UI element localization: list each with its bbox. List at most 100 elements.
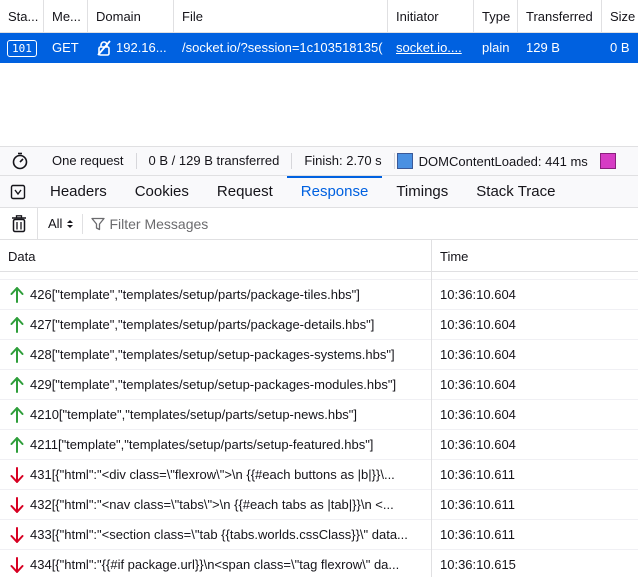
message-data-text: 429["template","templates/setup/setup-pa… xyxy=(30,377,397,392)
tab-request[interactable]: Request xyxy=(203,176,287,207)
request-list-empty-area xyxy=(0,63,638,146)
insecure-lock-icon xyxy=(97,40,111,56)
transferred-cell: 129 B xyxy=(526,40,560,55)
select-arrows-icon xyxy=(67,219,74,228)
message-data-text: 427["template","templates/setup/parts/pa… xyxy=(30,317,375,332)
table-row[interactable]: 432[{"html":"<nav class=\"tabs\">\n {{#e… xyxy=(0,490,638,520)
col-size[interactable]: Size xyxy=(602,0,638,33)
table-row[interactable]: 431[{"html":"<div class=\"flexrow\">\n {… xyxy=(0,460,638,490)
message-data-text: 431[{"html":"<div class=\"flexrow\">\n {… xyxy=(30,467,395,482)
col-status[interactable]: Sta... xyxy=(0,0,44,33)
file-cell: /socket.io/?session=1c103518135( xyxy=(182,40,383,55)
load-marker-icon xyxy=(599,153,616,169)
received-arrow-down-icon xyxy=(10,467,24,483)
table-row[interactable]: 428["template","templates/setup/setup-pa… xyxy=(0,340,638,370)
message-time-cell: 10:36:10.604 xyxy=(440,437,516,452)
message-data-text: 434[{"html":"{{#if package.url}}\n<span … xyxy=(30,557,400,572)
clear-messages-button[interactable] xyxy=(0,208,38,239)
message-data-text: 4211["template","templates/setup/parts/s… xyxy=(30,437,374,452)
size-cell: 0 B xyxy=(610,40,630,55)
table-row[interactable]: 434[{"html":"{{#if package.url}}\n<span … xyxy=(0,550,638,577)
tab-headers[interactable]: Headers xyxy=(36,176,121,207)
status-cell: 101 xyxy=(0,33,44,63)
message-data-cell: 433[{"html":"<section class=\"tab {{tabs… xyxy=(0,520,432,550)
message-data-cell: 432[{"html":"<nav class=\"tabs\">\n {{#e… xyxy=(0,490,432,520)
tab-stack-trace[interactable]: Stack Trace xyxy=(462,176,569,207)
message-data-text: 432[{"html":"<nav class=\"tabs\">\n {{#e… xyxy=(30,497,394,512)
domain-cell: 192.16... xyxy=(88,33,174,63)
request-table-header: Sta... Me... Domain File Initiator Type … xyxy=(0,0,638,33)
message-time-cell: 10:36:10.611 xyxy=(440,467,515,482)
method-cell: GET xyxy=(52,40,79,55)
message-time-cell: 10:36:10.611 xyxy=(440,527,515,542)
message-data-cell: 4211["template","templates/setup/parts/s… xyxy=(0,430,432,460)
trash-icon xyxy=(11,214,26,232)
details-tabs: Headers Cookies Request Response Timings… xyxy=(0,176,638,208)
load-marker xyxy=(599,153,622,169)
col-method[interactable]: Me... xyxy=(44,0,88,33)
messages-table-header: Data Time xyxy=(0,240,638,272)
message-time-cell: 10:36:10.604 xyxy=(440,287,516,302)
message-time-cell: 10:36:10.604 xyxy=(440,317,516,332)
received-arrow-down-icon xyxy=(10,497,24,513)
initiator-link[interactable]: socket.io.... xyxy=(396,40,462,55)
message-data-text: 433[{"html":"<section class=\"tab {{tabs… xyxy=(30,527,408,542)
table-row[interactable]: 429["template","templates/setup/setup-pa… xyxy=(0,370,638,400)
sent-arrow-up-icon xyxy=(10,287,24,303)
dcl-text: DOMContentLoaded: 441 ms xyxy=(418,154,588,169)
sent-arrow-up-icon xyxy=(10,437,24,453)
toggle-sidebar-button[interactable] xyxy=(0,176,36,207)
initiator-cell: socket.io.... xyxy=(388,33,474,63)
sent-arrow-up-icon xyxy=(10,407,24,423)
sent-arrow-up-icon xyxy=(10,317,24,333)
sent-arrow-up-icon xyxy=(10,377,24,393)
tab-response[interactable]: Response xyxy=(286,176,383,207)
message-data-cell: 428["template","templates/setup/setup-pa… xyxy=(0,340,432,370)
message-data-text: 426["template","templates/setup/parts/pa… xyxy=(30,287,360,302)
received-arrow-down-icon xyxy=(10,557,24,573)
col-initiator[interactable]: Initiator xyxy=(388,0,474,33)
type-cell: plain xyxy=(482,40,510,55)
message-data-cell: 434[{"html":"{{#if package.url}}\n<span … xyxy=(0,550,432,577)
message-data-cell xyxy=(0,272,432,280)
table-row[interactable]: 4210["template","templates/setup/parts/s… xyxy=(0,400,638,430)
transferred-summary: 0 B / 129 B transferred xyxy=(137,153,293,169)
message-time-cell: 10:36:10.604 xyxy=(440,377,516,392)
message-data-text: 4210["template","templates/setup/parts/s… xyxy=(30,407,358,422)
message-time-cell: 10:36:10.604 xyxy=(440,407,516,422)
dcl-marker-icon xyxy=(396,153,413,169)
status-badge: 101 xyxy=(7,40,37,57)
table-row[interactable]: 427["template","templates/setup/parts/pa… xyxy=(0,310,638,340)
tab-timings[interactable]: Timings xyxy=(382,176,462,207)
col-data[interactable]: Data xyxy=(0,240,432,271)
dom-content-loaded: DOMContentLoaded: 441 ms xyxy=(395,153,600,169)
message-data-text: 428["template","templates/setup/setup-pa… xyxy=(30,347,395,362)
filter-field xyxy=(83,208,638,239)
table-row[interactable]: 433[{"html":"<section class=\"tab {{tabs… xyxy=(0,520,638,550)
table-row[interactable] xyxy=(0,272,638,280)
message-data-cell: 431[{"html":"<div class=\"flexrow\">\n {… xyxy=(0,460,432,490)
message-time-cell xyxy=(432,272,440,280)
col-transferred[interactable]: Transferred xyxy=(518,0,602,33)
filter-messages-input[interactable] xyxy=(109,215,510,232)
table-row[interactable]: 426["template","templates/setup/parts/pa… xyxy=(0,280,638,310)
table-row[interactable]: 4211["template","templates/setup/parts/s… xyxy=(0,430,638,460)
domain-text: 192.16... xyxy=(116,40,167,55)
received-arrow-down-icon xyxy=(10,527,24,543)
col-domain[interactable]: Domain xyxy=(88,0,174,33)
col-file[interactable]: File xyxy=(174,0,388,33)
tab-cookies[interactable]: Cookies xyxy=(121,176,203,207)
messages-list: 426["template","templates/setup/parts/pa… xyxy=(0,272,638,577)
message-data-cell: 427["template","templates/setup/parts/pa… xyxy=(0,310,432,340)
summary-bar: One request 0 B / 129 B transferred Fini… xyxy=(0,146,638,176)
request-row-selected[interactable]: 101 GET 192.16... /socket.io/?session=1c… xyxy=(0,33,638,63)
summary-timer xyxy=(0,152,40,170)
sent-arrow-up-icon xyxy=(10,347,24,363)
message-type-select[interactable]: All xyxy=(38,213,84,234)
message-time-cell: 10:36:10.611 xyxy=(440,497,515,512)
message-data-cell: 426["template","templates/setup/parts/pa… xyxy=(0,280,432,310)
col-type[interactable]: Type xyxy=(474,0,518,33)
message-type-value: All xyxy=(48,216,63,231)
col-time[interactable]: Time xyxy=(432,240,468,271)
message-time-cell: 10:36:10.615 xyxy=(440,557,516,572)
